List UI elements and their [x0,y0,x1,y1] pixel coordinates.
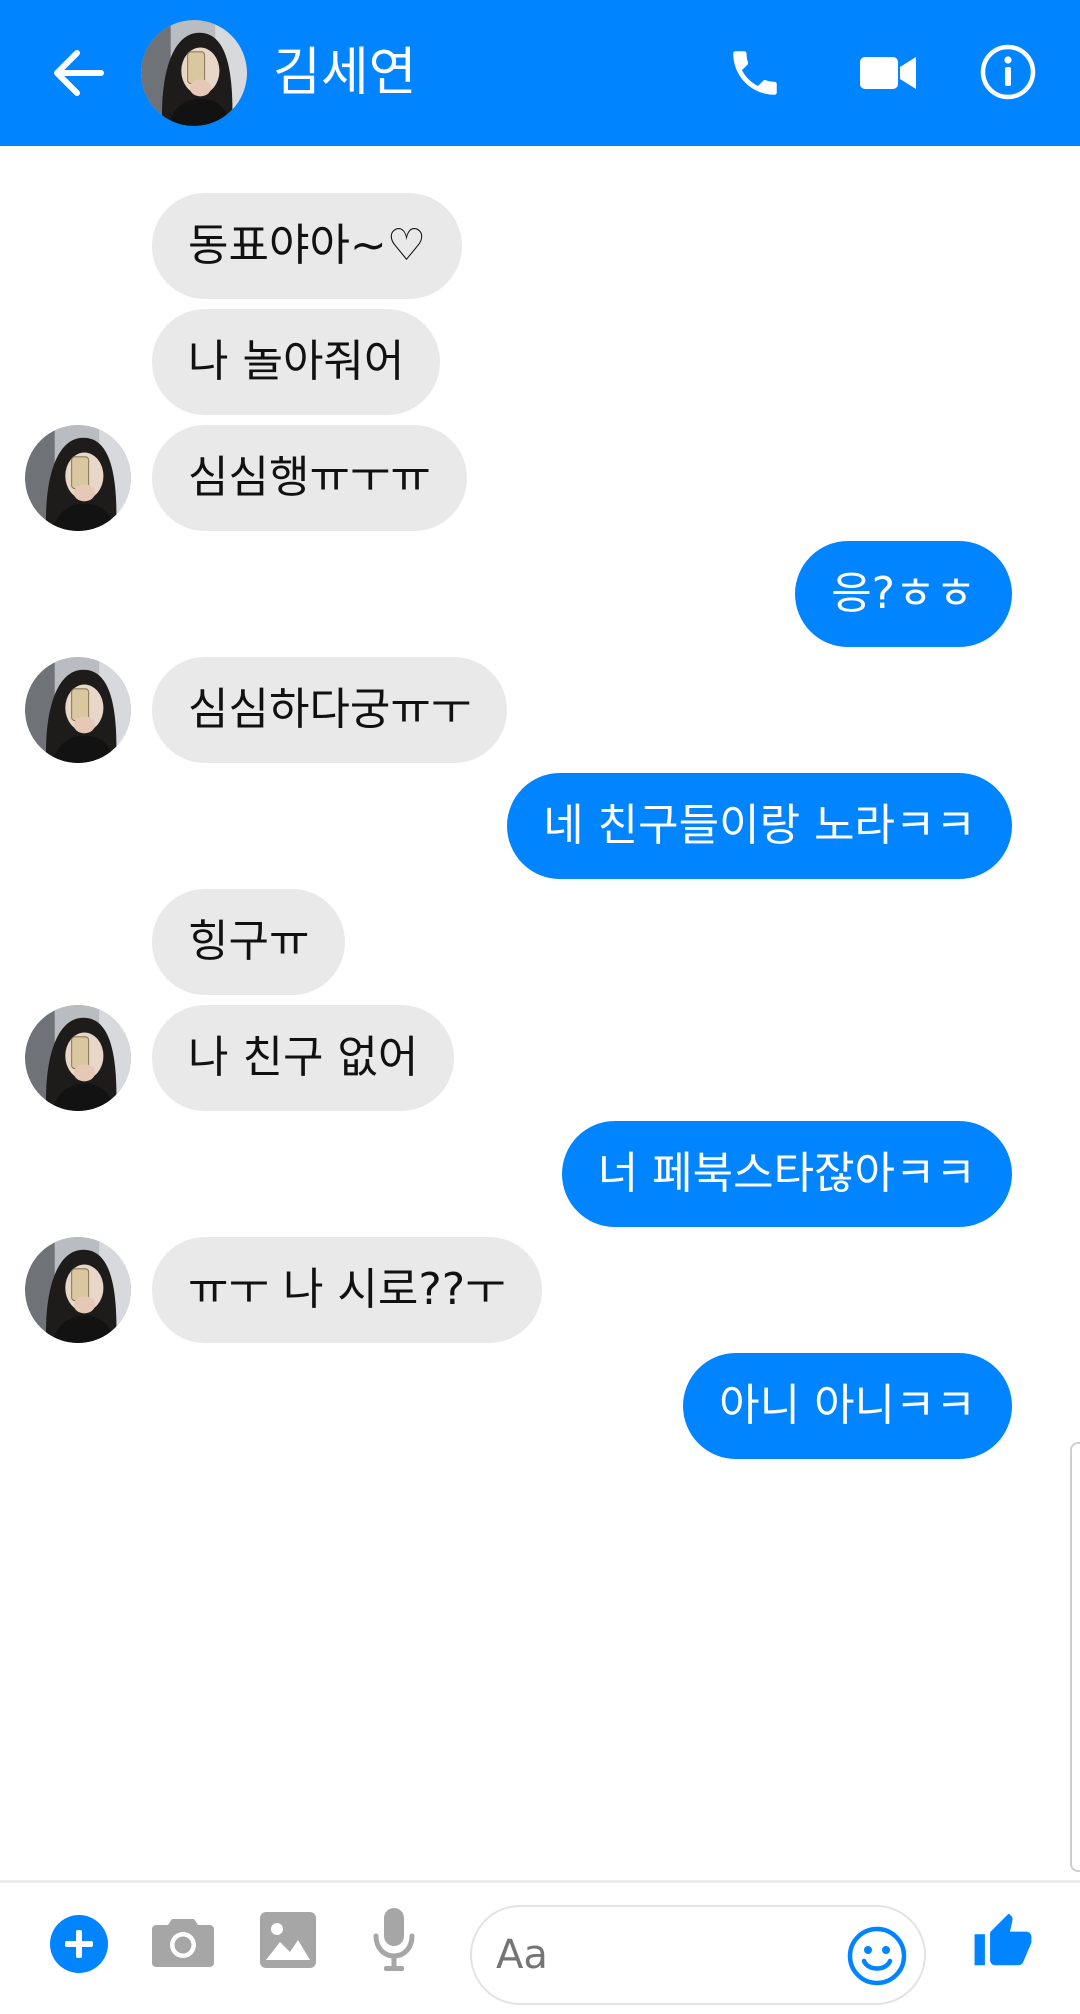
info-button[interactable] [968,32,1048,112]
message-composer [0,1883,1080,2014]
scrollbar[interactable] [1070,1442,1080,1872]
gallery-button[interactable] [258,1907,318,1973]
sender-avatar[interactable] [25,1237,131,1343]
incoming-message[interactable]: ㅠㅜ 나 시로??ㅜ [152,1237,542,1343]
sender-avatar[interactable] [25,425,131,531]
thumbs-up-icon [974,1913,1032,1966]
video-call-button[interactable] [843,36,935,110]
info-icon [980,44,1036,100]
chat-header: 김세연 [0,0,1080,146]
back-arrow-icon [54,50,104,96]
voice-call-button[interactable] [715,36,795,110]
back-button[interactable] [38,38,118,108]
camera-icon [152,1919,214,1967]
outgoing-message[interactable]: 너 페북스타잖아ㅋㅋ [561,1121,1012,1227]
incoming-message[interactable]: 나 친구 없어 [152,1005,455,1111]
plus-icon [50,1915,108,1973]
gallery-icon [260,1912,316,1968]
phone-icon [733,51,777,95]
incoming-message[interactable]: 힝구ㅠ [152,889,346,995]
like-button[interactable] [970,1907,1036,1977]
emoji-icon [847,1926,907,1986]
more-actions-button[interactable] [48,1913,110,1975]
outgoing-message[interactable]: 아니 아니ㅋㅋ [683,1353,1012,1459]
incoming-message[interactable]: 심심하다궁ㅠㅜ [152,657,508,763]
camera-button[interactable] [150,1907,216,1973]
outgoing-message[interactable]: 응?ㅎㅎ [795,541,1012,647]
emoji-button[interactable] [846,1925,908,1987]
outgoing-message[interactable]: 네 친구들이랑 노라ㅋㅋ [507,773,1012,879]
messenger-chat-screen: 김세연 동표야아~♡ 나 놀아줘어 심심행ㅠㅜㅠ 응?ㅎㅎ 심심하다궁ㅠㅜ 네 … [0,0,1080,2014]
contact-name[interactable]: 김세연 [273,38,417,108]
incoming-message[interactable]: 동표야아~♡ [152,193,463,299]
message-input[interactable] [496,1907,796,2003]
sender-avatar[interactable] [25,657,131,763]
incoming-message[interactable]: 나 놀아줘어 [152,309,441,415]
sender-avatar[interactable] [25,1005,131,1111]
voice-message-button[interactable] [366,1905,422,1975]
incoming-message[interactable]: 심심행ㅠㅜㅠ [152,425,467,531]
message-input-container[interactable] [470,1905,926,2005]
microphone-icon [373,1908,415,1971]
contact-avatar[interactable] [141,20,247,126]
video-camera-icon [860,57,916,89]
